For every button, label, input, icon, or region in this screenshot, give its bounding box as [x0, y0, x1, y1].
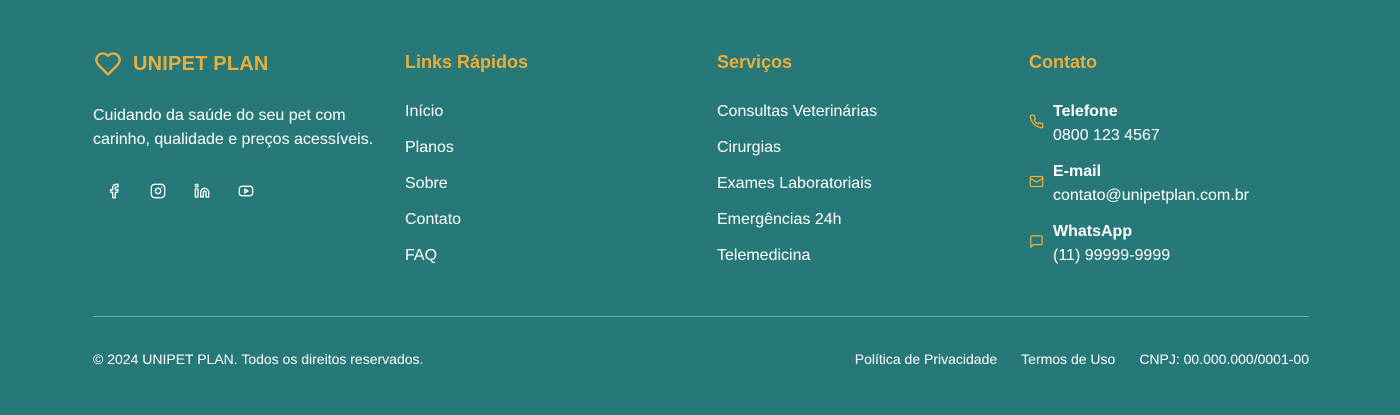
link-planos[interactable]: Planos — [405, 136, 528, 172]
service-emergencias[interactable]: Emergências 24h — [717, 208, 877, 244]
contact-phone-label: Telefone — [1053, 103, 1118, 120]
copyright-text: © 2024 UNIPET PLAN. Todos os direitos re… — [93, 351, 424, 367]
chat-icon — [1030, 235, 1043, 248]
contact-email-label: E-mail — [1053, 163, 1102, 180]
footer-divider — [93, 316, 1309, 317]
site-footer: UNIPET PLAN Cuidando da saúde do seu pet… — [0, 0, 1400, 415]
service-cirurgias[interactable]: Cirurgias — [717, 136, 877, 172]
social-links — [98, 181, 383, 201]
link-faq[interactable]: FAQ — [405, 244, 528, 280]
quick-links-list: Início Planos Sobre Contato FAQ — [405, 100, 528, 280]
privacy-policy-link[interactable]: Política de Privacidade — [855, 350, 997, 368]
quick-links-column: Links Rápidos Início Planos Sobre Contat… — [405, 50, 528, 280]
service-telemedicina[interactable]: Telemedicina — [717, 244, 877, 280]
contact-column: Contato Telefone 0800 123 4567 E-mail co… — [1029, 50, 1249, 280]
legal-links: Política de Privacidade Termos de Uso CN… — [831, 350, 1309, 368]
contact-whatsapp-value[interactable]: (11) 99999-9999 — [1053, 244, 1170, 268]
facebook-link[interactable] — [98, 181, 130, 201]
contact-list: Telefone 0800 123 4567 E-mail contato@un… — [1029, 100, 1249, 280]
instagram-icon — [150, 183, 166, 199]
facebook-icon — [110, 183, 119, 199]
link-sobre[interactable]: Sobre — [405, 172, 528, 208]
linkedin-icon — [194, 183, 210, 198]
youtube-icon — [238, 185, 254, 197]
contact-email-value[interactable]: contato@unipetplan.com.br — [1053, 184, 1249, 208]
contact-heading: Contato — [1029, 52, 1097, 72]
logo[interactable]: UNIPET PLAN — [93, 50, 383, 78]
phone-icon — [1029, 114, 1044, 129]
service-consultas[interactable]: Consultas Veterinárias — [717, 100, 877, 136]
brand-name: UNIPET PLAN — [133, 52, 269, 75]
cnpj-text: CNPJ: 00.000.000/0001-00 — [1139, 351, 1309, 367]
terms-of-use-link[interactable]: Termos de Uso — [1021, 350, 1115, 368]
instagram-link[interactable] — [142, 181, 174, 201]
contact-whatsapp: WhatsApp (11) 99999-9999 — [1029, 220, 1249, 280]
services-heading: Serviços — [717, 52, 793, 72]
youtube-link[interactable] — [230, 181, 262, 201]
mail-icon — [1029, 175, 1044, 188]
brand-column: UNIPET PLAN Cuidando da saúde do seu pet… — [93, 50, 383, 201]
services-column: Serviços Consultas Veterinárias Cirurgia… — [717, 50, 877, 280]
contact-whatsapp-label: WhatsApp — [1053, 223, 1133, 240]
brand-tagline: Cuidando da saúde do seu pet com carinho… — [93, 107, 374, 148]
services-list: Consultas Veterinárias Cirurgias Exames … — [717, 100, 877, 280]
contact-email: E-mail contato@unipetplan.com.br — [1029, 160, 1249, 220]
contact-phone-value[interactable]: 0800 123 4567 — [1053, 124, 1160, 148]
contact-phone: Telefone 0800 123 4567 — [1029, 100, 1249, 160]
heart-icon — [95, 52, 121, 76]
quick-links-heading: Links Rápidos — [405, 52, 529, 72]
link-inicio[interactable]: Início — [405, 100, 528, 136]
service-exames[interactable]: Exames Laboratoriais — [717, 172, 877, 208]
link-contato[interactable]: Contato — [405, 208, 528, 244]
linkedin-link[interactable] — [186, 181, 218, 201]
